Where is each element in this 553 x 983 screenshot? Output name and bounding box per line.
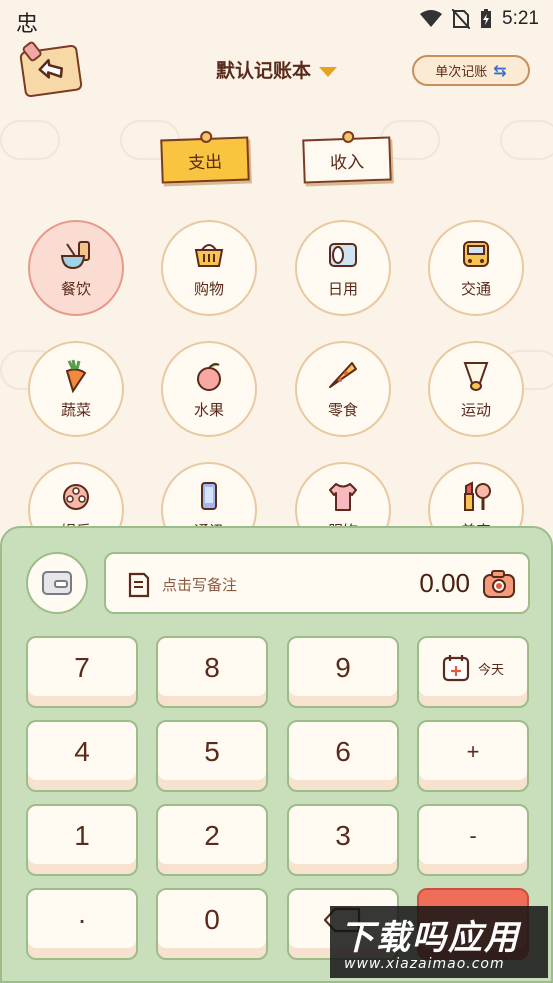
app-notification-icon: 忠 bbox=[16, 12, 39, 37]
no-sim-icon bbox=[452, 9, 471, 29]
amount-display: 0.00 bbox=[419, 568, 470, 598]
record-mode-label: 单次记账 bbox=[435, 65, 488, 80]
shuttlecock-icon bbox=[459, 359, 493, 393]
note-edit-icon bbox=[128, 572, 150, 598]
status-time: 5:21 bbox=[502, 8, 539, 29]
key-4[interactable]: 4 bbox=[26, 720, 138, 792]
dropdown-caret-icon bbox=[319, 66, 337, 77]
camera-icon[interactable] bbox=[482, 567, 516, 601]
swap-icon: ⇆ bbox=[493, 61, 507, 80]
book-title: 默认记账本 bbox=[215, 60, 311, 82]
battery-charging-icon bbox=[481, 9, 492, 28]
key-6[interactable]: 6 bbox=[287, 720, 399, 792]
lipstick-icon bbox=[459, 480, 493, 514]
phone-icon bbox=[192, 480, 226, 514]
watermark-main: 下载吗应用 bbox=[340, 918, 520, 958]
peach-icon bbox=[192, 359, 226, 393]
tab-income[interactable]: 收入 bbox=[302, 130, 392, 184]
wallet-icon bbox=[42, 571, 72, 595]
category-label: 购物 bbox=[193, 279, 224, 298]
tissue-icon bbox=[326, 238, 360, 272]
tab-expense-label: 支出 bbox=[187, 151, 223, 174]
key-plus[interactable]: + bbox=[417, 720, 529, 792]
status-bar: 忠 5:21 bbox=[0, 0, 553, 40]
category-label: 蔬菜 bbox=[60, 400, 91, 419]
category-label: 水果 bbox=[193, 400, 224, 419]
category-vegetables[interactable]: 蔬菜 bbox=[28, 341, 124, 437]
calendar-icon bbox=[442, 655, 470, 682]
background-pig-pattern bbox=[0, 120, 60, 160]
key-5[interactable]: 5 bbox=[156, 720, 268, 792]
tab-income-label: 收入 bbox=[329, 151, 365, 174]
shirt-icon bbox=[326, 480, 360, 514]
meal-icon bbox=[59, 238, 93, 272]
category-transport[interactable]: 交通 bbox=[428, 220, 524, 316]
category-meal[interactable]: 餐饮 bbox=[28, 220, 124, 316]
category-fruit[interactable]: 水果 bbox=[161, 341, 257, 437]
category-label: 交通 bbox=[460, 279, 491, 298]
category-label: 日用 bbox=[327, 279, 358, 298]
key-minus[interactable]: - bbox=[417, 804, 529, 876]
note-input[interactable]: 点击写备注 0.00 bbox=[104, 552, 530, 614]
category-label: 运动 bbox=[460, 400, 491, 419]
pin-icon bbox=[341, 130, 355, 144]
today-label: 今天 bbox=[477, 662, 504, 678]
note-placeholder: 点击写备注 bbox=[162, 576, 238, 594]
key-dot[interactable]: · bbox=[26, 888, 138, 960]
bus-icon bbox=[459, 238, 493, 272]
key-7[interactable]: 7 bbox=[26, 636, 138, 708]
category-shopping[interactable]: 购物 bbox=[161, 220, 257, 316]
pin-icon bbox=[199, 130, 213, 144]
category-label: 餐饮 bbox=[60, 279, 91, 298]
background-pig-pattern bbox=[500, 120, 553, 160]
basket-icon bbox=[192, 238, 226, 272]
account-select-button[interactable] bbox=[26, 552, 88, 614]
key-3[interactable]: 3 bbox=[287, 804, 399, 876]
category-sports[interactable]: 运动 bbox=[428, 341, 524, 437]
category-snacks[interactable]: 零食 bbox=[295, 341, 391, 437]
tab-expense[interactable]: 支出 bbox=[160, 130, 250, 184]
watermark: 下载吗应用 www.xiazaimao.com bbox=[330, 906, 548, 978]
key-1[interactable]: 1 bbox=[26, 804, 138, 876]
record-mode-button[interactable]: 单次记账 ⇆ bbox=[412, 55, 530, 86]
category-label: 零食 bbox=[327, 400, 358, 419]
wifi-icon bbox=[420, 10, 443, 27]
date-picker-button[interactable]: 今天 bbox=[417, 636, 529, 708]
watermark-url: www.xiazaimao.com bbox=[344, 956, 505, 972]
carrot-icon bbox=[59, 359, 93, 393]
film-reel-icon bbox=[59, 480, 93, 514]
pizza-icon bbox=[326, 359, 360, 393]
key-0[interactable]: 0 bbox=[156, 888, 268, 960]
key-9[interactable]: 9 bbox=[287, 636, 399, 708]
key-8[interactable]: 8 bbox=[156, 636, 268, 708]
category-daily[interactable]: 日用 bbox=[295, 220, 391, 316]
key-2[interactable]: 2 bbox=[156, 804, 268, 876]
